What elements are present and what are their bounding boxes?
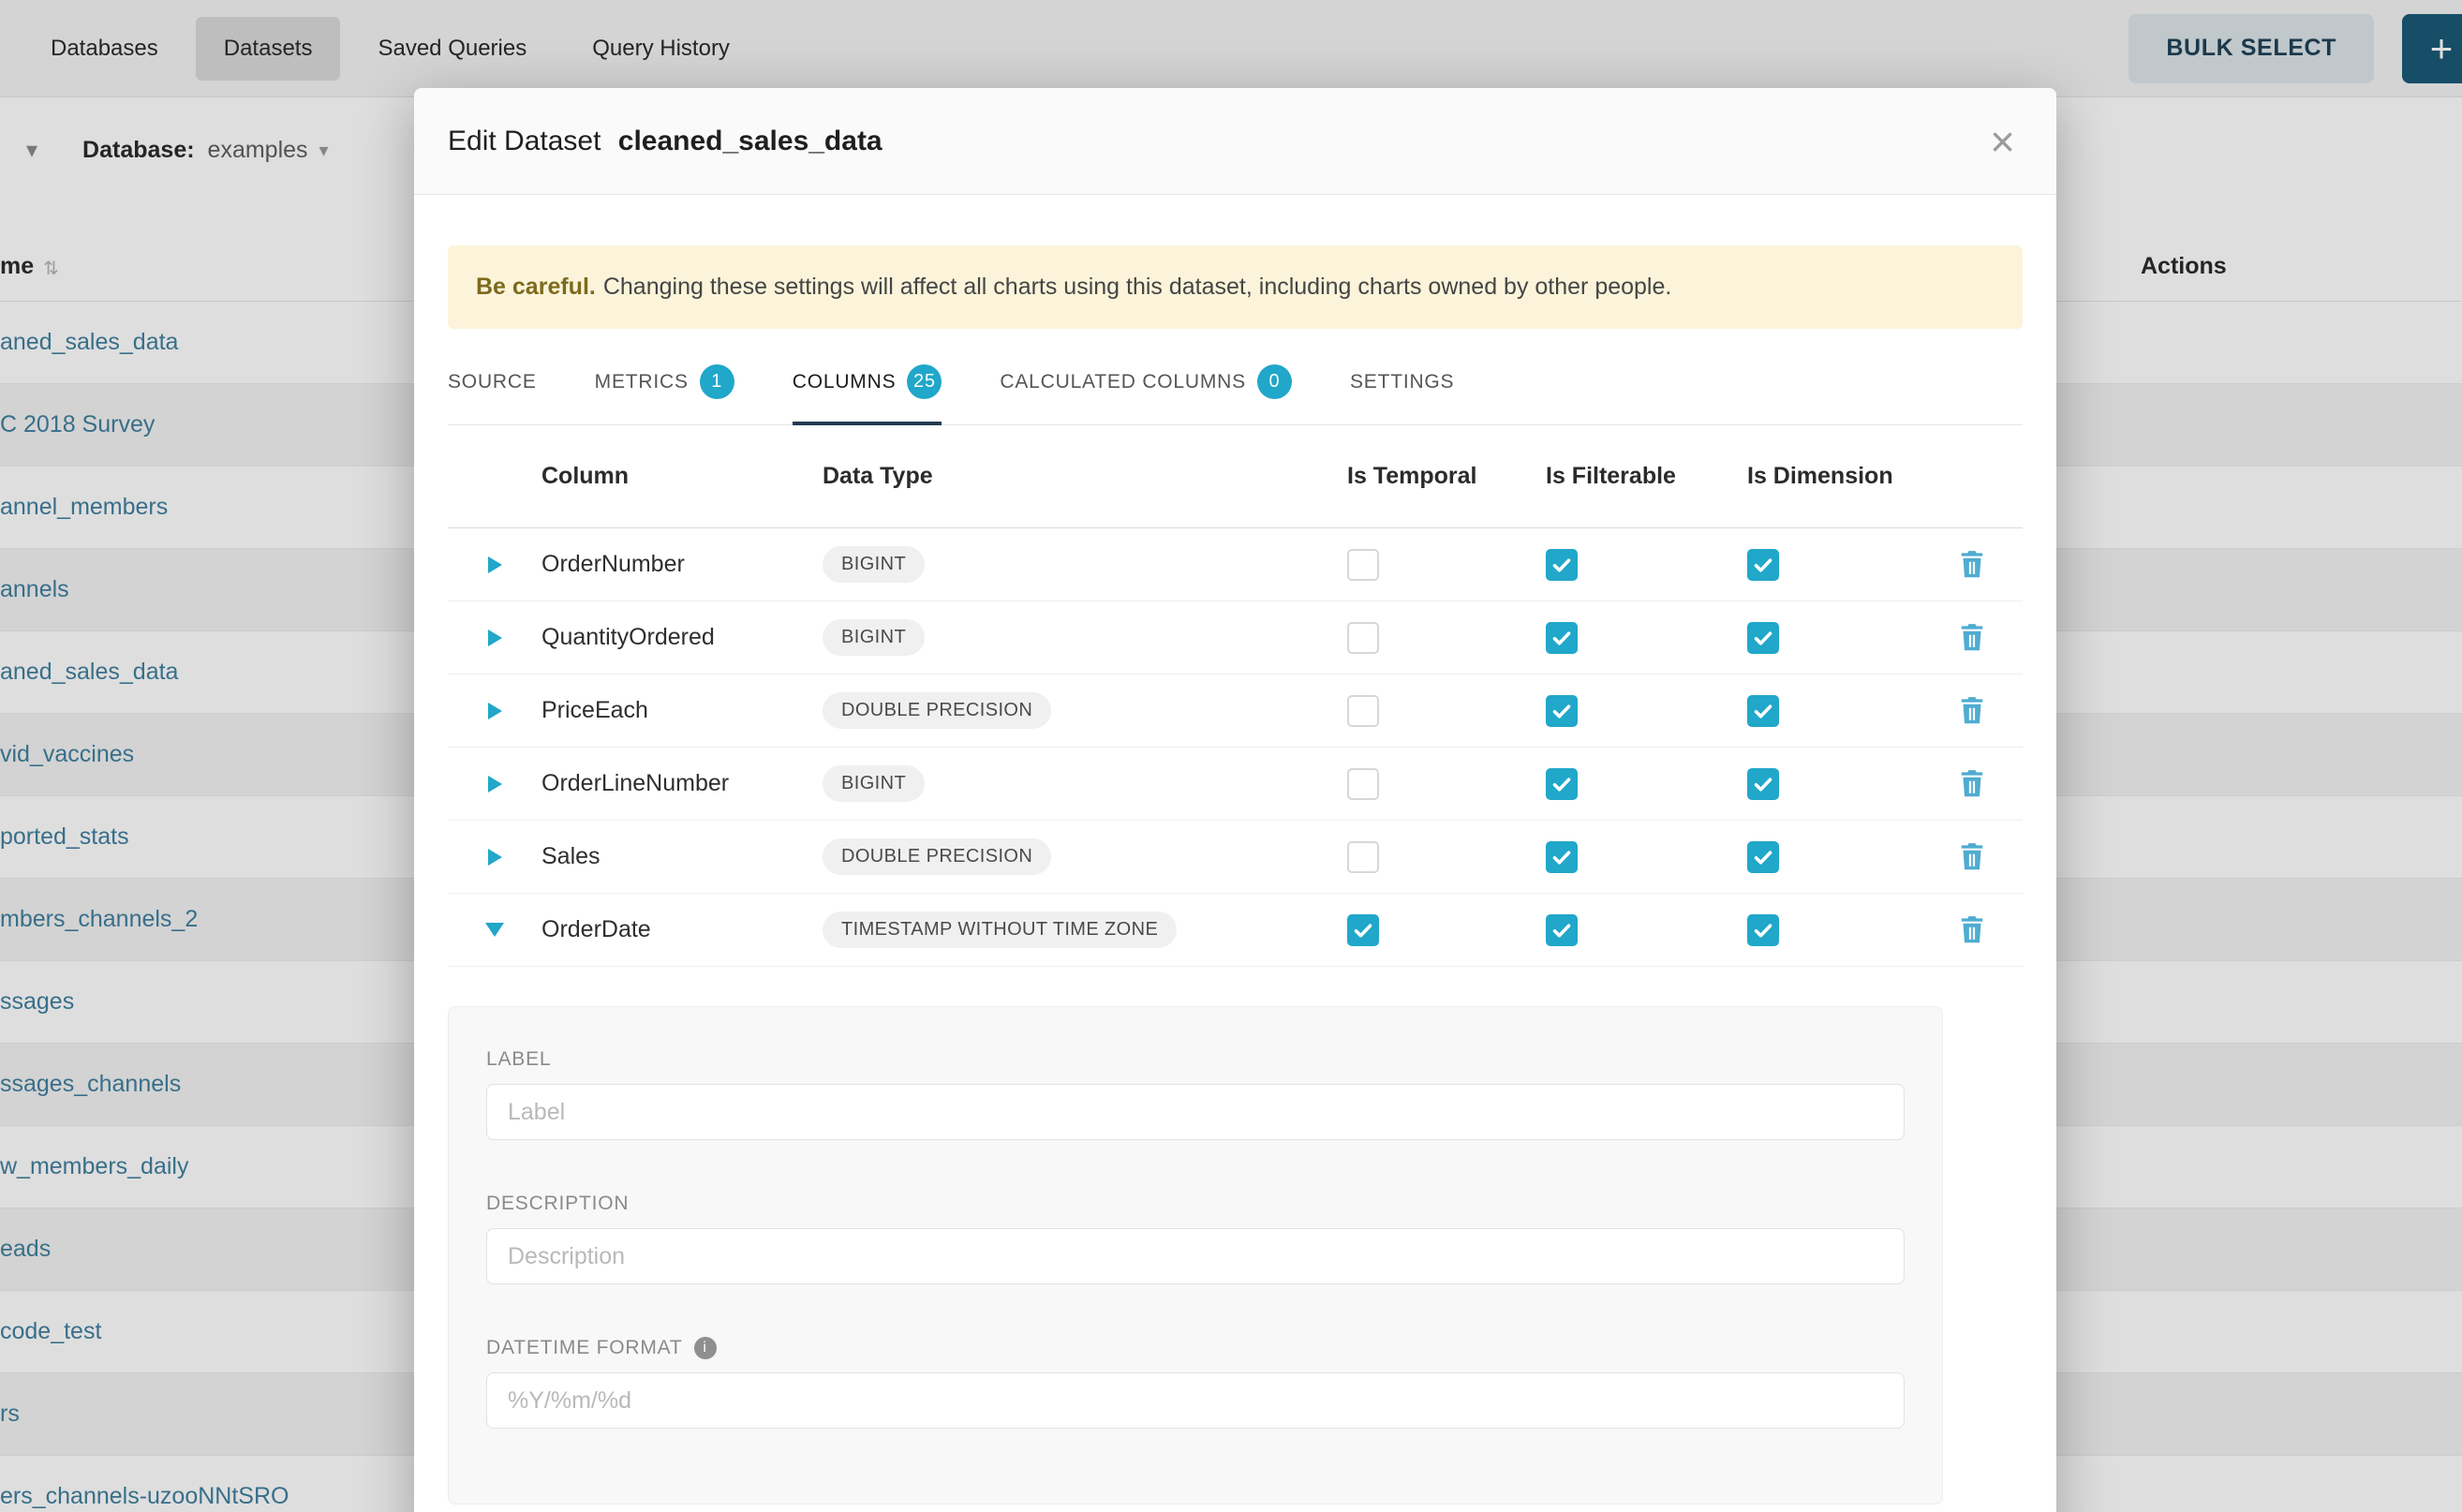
column-header-data-type: Data Type (823, 463, 1347, 490)
column-detail-panel: LABEL DESCRIPTION DATETIME FORMAT i (448, 1006, 1943, 1505)
tab-columns[interactable]: COLUMNS 25 (793, 351, 942, 425)
column-row: OrderLineNumberBIGINT (448, 748, 2023, 821)
modal-title-dataset-name: cleaned_sales_data (618, 126, 882, 156)
delete-column-icon[interactable] (1958, 549, 1986, 580)
delete-column-icon[interactable] (1958, 841, 1986, 872)
column-name: OrderNumber (541, 551, 823, 578)
tab-label: SETTINGS (1350, 371, 1454, 393)
tab-count-badge: 0 (1257, 364, 1292, 399)
datetime-format-field-label: DATETIME FORMAT i (486, 1337, 1905, 1359)
edit-dataset-modal: Edit Dataset cleaned_sales_data × Be car… (414, 88, 2056, 1512)
delete-column-icon[interactable] (1958, 695, 1986, 726)
description-input[interactable] (486, 1228, 1905, 1284)
modal-title: Edit Dataset cleaned_sales_data (448, 126, 882, 157)
column-name: OrderLineNumber (541, 770, 823, 797)
label-field-group: LABEL (486, 1048, 1905, 1140)
is-temporal-checkbox[interactable] (1347, 695, 1379, 727)
expand-caret-icon[interactable] (488, 703, 502, 719)
warning-banner: Be careful. Changing these settings will … (448, 245, 2023, 329)
label-field-label: LABEL (486, 1048, 1905, 1071)
is-filterable-checkbox[interactable] (1546, 695, 1578, 727)
columns-table: Column Data Type Is Temporal Is Filterab… (448, 425, 2023, 967)
modal-title-prefix: Edit Dataset (448, 126, 601, 156)
data-type-badge: DOUBLE PRECISION (823, 692, 1051, 729)
tab-count-badge: 25 (907, 364, 942, 399)
datetime-format-field-group: DATETIME FORMAT i (486, 1337, 1905, 1429)
label-input[interactable] (486, 1084, 1905, 1140)
modal-body: Be careful. Changing these settings will … (414, 195, 2056, 1505)
tab-settings[interactable]: SETTINGS (1350, 351, 1454, 425)
column-header-is-temporal: Is Temporal (1347, 463, 1546, 490)
column-row: OrderDateTIMESTAMP WITHOUT TIME ZONE (448, 894, 2023, 967)
column-row: QuantityOrderedBIGINT (448, 601, 2023, 674)
is-temporal-checkbox[interactable] (1347, 622, 1379, 654)
is-filterable-checkbox[interactable] (1546, 549, 1578, 581)
is-temporal-checkbox[interactable] (1347, 549, 1379, 581)
close-icon[interactable]: × (1990, 120, 2015, 163)
tab-count-badge: 1 (700, 364, 734, 399)
expand-caret-icon[interactable] (488, 556, 502, 573)
tab-calculated-columns[interactable]: CALCULATED COLUMNS 0 (1000, 351, 1292, 425)
description-field-group: DESCRIPTION (486, 1193, 1905, 1284)
column-header-is-filterable: Is Filterable (1546, 463, 1747, 490)
is-temporal-checkbox[interactable] (1347, 768, 1379, 800)
is-filterable-checkbox[interactable] (1546, 914, 1578, 946)
info-icon: i (694, 1337, 717, 1359)
is-dimension-checkbox[interactable] (1747, 914, 1779, 946)
tab-source[interactable]: SOURCE (448, 351, 537, 425)
is-filterable-checkbox[interactable] (1546, 622, 1578, 654)
data-type-badge: BIGINT (823, 765, 925, 802)
data-type-badge: DOUBLE PRECISION (823, 838, 1051, 875)
expand-caret-icon[interactable] (488, 776, 502, 793)
is-dimension-checkbox[interactable] (1747, 841, 1779, 873)
column-name: PriceEach (541, 697, 823, 724)
collapse-caret-icon[interactable] (485, 923, 504, 937)
data-type-badge: BIGINT (823, 546, 925, 583)
warning-banner-bold: Be careful. (476, 274, 596, 300)
is-filterable-checkbox[interactable] (1546, 768, 1578, 800)
is-dimension-checkbox[interactable] (1747, 549, 1779, 581)
columns-table-header-row: Column Data Type Is Temporal Is Filterab… (448, 425, 2023, 528)
tab-metrics[interactable]: METRICS 1 (595, 351, 734, 425)
column-row: PriceEachDOUBLE PRECISION (448, 674, 2023, 748)
delete-column-icon[interactable] (1958, 768, 1986, 799)
delete-column-icon[interactable] (1958, 622, 1986, 653)
description-field-label-text: DESCRIPTION (486, 1193, 629, 1215)
delete-column-icon[interactable] (1958, 914, 1986, 945)
column-header-is-dimension: Is Dimension (1747, 463, 1958, 490)
column-name: OrderDate (541, 916, 823, 943)
warning-banner-text: Changing these settings will affect all … (603, 274, 1672, 300)
datetime-format-label-text: DATETIME FORMAT (486, 1337, 683, 1359)
data-type-badge: BIGINT (823, 619, 925, 656)
tab-label: CALCULATED COLUMNS (1000, 371, 1246, 393)
data-type-badge: TIMESTAMP WITHOUT TIME ZONE (823, 912, 1177, 948)
expand-caret-icon[interactable] (488, 630, 502, 646)
expand-caret-icon[interactable] (488, 849, 502, 866)
column-name: Sales (541, 843, 823, 870)
column-row: SalesDOUBLE PRECISION (448, 821, 2023, 894)
is-dimension-checkbox[interactable] (1747, 695, 1779, 727)
column-row: OrderNumberBIGINT (448, 528, 2023, 601)
is-temporal-checkbox[interactable] (1347, 914, 1379, 946)
columns-table-body: OrderNumberBIGINTQuantityOrderedBIGINTPr… (448, 528, 2023, 967)
tab-label: METRICS (595, 371, 689, 393)
tab-label: SOURCE (448, 371, 537, 393)
is-filterable-checkbox[interactable] (1546, 841, 1578, 873)
is-temporal-checkbox[interactable] (1347, 841, 1379, 873)
tab-label: COLUMNS (793, 371, 897, 393)
is-dimension-checkbox[interactable] (1747, 622, 1779, 654)
label-field-label-text: LABEL (486, 1048, 551, 1071)
datetime-format-input[interactable] (486, 1372, 1905, 1429)
modal-tabs: SOURCE METRICS 1 COLUMNS 25 CALCULATED COLUMN… (448, 351, 2023, 425)
column-name: QuantityOrdered (541, 624, 823, 651)
column-header-column: Column (541, 463, 823, 490)
modal-header: Edit Dataset cleaned_sales_data × (414, 88, 2056, 195)
is-dimension-checkbox[interactable] (1747, 768, 1779, 800)
description-field-label: DESCRIPTION (486, 1193, 1905, 1215)
